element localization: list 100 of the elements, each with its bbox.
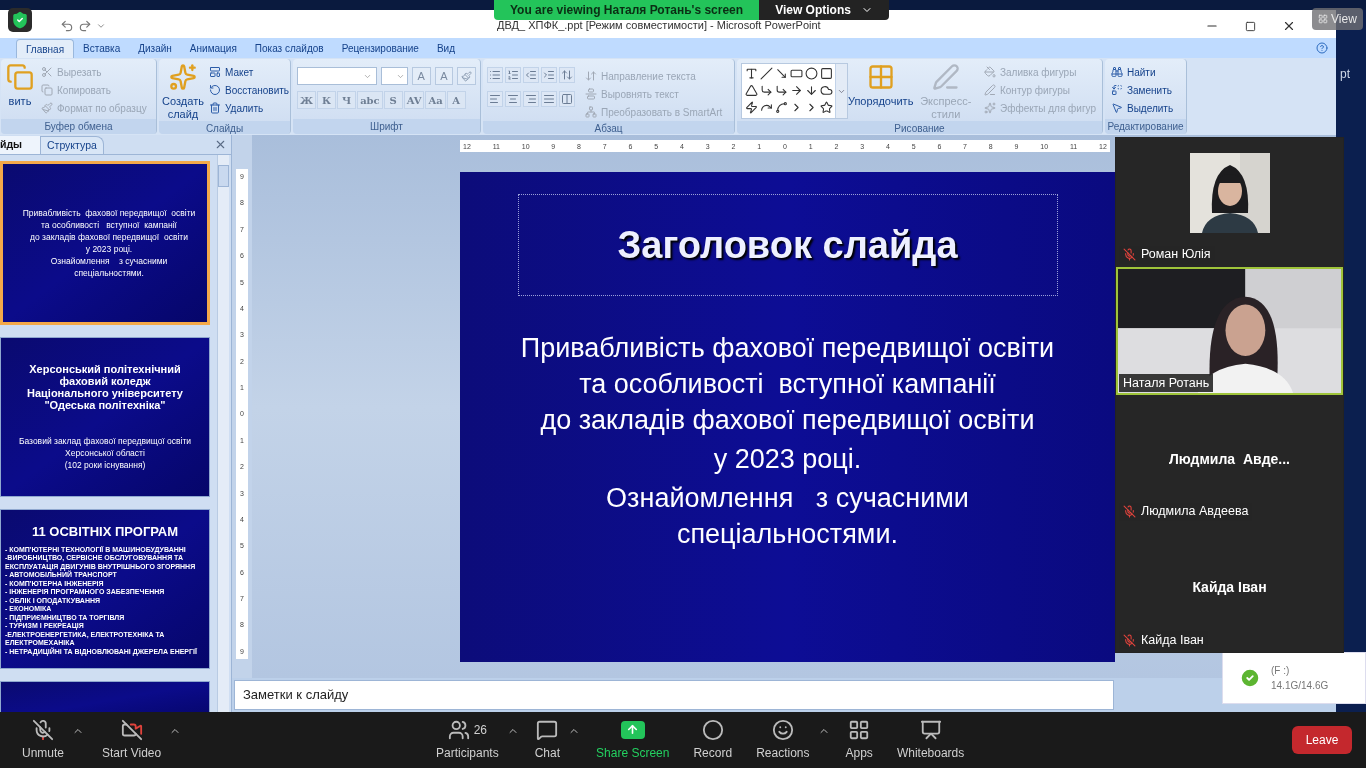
- toolbar-button[interactable]: Apps: [837, 718, 881, 762]
- toolbar-button[interactable]: Reactions: [748, 718, 818, 762]
- ribbon-item-icon: [585, 106, 597, 118]
- curve-icon[interactable]: [760, 101, 774, 114]
- slide-thumbnail[interactable]: [0, 509, 210, 669]
- toolbar-button[interactable]: Record: [685, 718, 741, 762]
- muted-microphone-icon: [1123, 248, 1136, 261]
- rectangle-icon[interactable]: [790, 67, 804, 80]
- align-center-icon[interactable]: [505, 91, 521, 107]
- toolbar-button[interactable]: Start Video: [94, 718, 170, 762]
- right-arrow-icon[interactable]: [790, 84, 804, 97]
- ribbon-tab[interactable]: Дизайн: [129, 39, 181, 58]
- lightning-icon[interactable]: [745, 101, 758, 114]
- ribbon-tab[interactable]: Вставка: [74, 39, 130, 58]
- align-right-icon[interactable]: [523, 91, 539, 107]
- oval-icon[interactable]: [805, 67, 819, 80]
- whiteboard-icon: [919, 718, 942, 741]
- ribbon-tab[interactable]: Рецензирование: [332, 39, 428, 58]
- redo-icon[interactable]: [78, 19, 92, 33]
- ribbon-button[interactable]: Найти: [1109, 63, 1182, 81]
- elbow-arrow-icon[interactable]: [775, 84, 789, 97]
- ribbon-item-icon: [209, 84, 221, 96]
- toolbar-button[interactable]: Unmute: [14, 718, 73, 762]
- drive-label: (F :): [1271, 664, 1291, 678]
- security-shield-icon[interactable]: [11, 11, 29, 29]
- thumbnail-text: Привабливість фахової передвищої освіти: [21, 207, 196, 219]
- ribbon-item-icon: [585, 88, 597, 100]
- view-button[interactable]: View: [1312, 8, 1363, 30]
- muted-microphone-icon: [1123, 633, 1136, 647]
- ribbon-item-icon: [1111, 84, 1123, 96]
- arc-icon[interactable]: [775, 101, 789, 114]
- slide-text: та особливості вступної кампанії: [579, 368, 996, 401]
- slide-thumbnail[interactable]: [0, 681, 210, 712]
- line-icon[interactable]: [760, 67, 774, 80]
- camera-icon: [120, 718, 143, 741]
- align-left-icon[interactable]: [487, 91, 503, 107]
- panel-tab[interactable]: йды: [0, 136, 40, 154]
- view-options-button[interactable]: View Options: [759, 0, 889, 20]
- ribbon-button[interactable]: Удалить: [207, 99, 290, 117]
- ribbon-item-icon: [984, 66, 996, 78]
- ribbon-item-icon: [984, 102, 996, 114]
- rounded-rectangle-icon[interactable]: [820, 67, 834, 80]
- bullet-list-icon[interactable]: [487, 67, 503, 83]
- text-box-icon[interactable]: [745, 67, 758, 80]
- cloud-icon[interactable]: [820, 84, 834, 97]
- toolbar-button[interactable]: Chat: [526, 718, 569, 762]
- panel-tab[interactable]: Структура: [40, 136, 104, 154]
- toolbar-button[interactable]: Share Screen: [588, 718, 678, 762]
- ribbon-large-button[interactable]: Создать слайд: [163, 63, 203, 121]
- elbow-connector-icon[interactable]: [760, 84, 774, 97]
- ribbon-tab[interactable]: Показ слайдов: [245, 39, 333, 58]
- leave-button[interactable]: Leave: [1292, 726, 1352, 754]
- undo-icon[interactable]: [60, 19, 74, 33]
- ribbon-tab[interactable]: Вид: [427, 39, 464, 58]
- ribbon-button[interactable]: Выделить: [1109, 99, 1182, 117]
- down-arrow-icon[interactable]: [805, 84, 819, 97]
- increase-indent-icon[interactable]: [541, 67, 557, 83]
- chat-bubble-icon: [536, 718, 559, 741]
- ribbon-button[interactable]: Макет: [207, 63, 290, 81]
- group-label: Слайды: [159, 121, 290, 134]
- line-spacing-icon[interactable]: [559, 67, 575, 83]
- slide-thumbnail[interactable]: Херсонський політехнічний фаховий коледж Національного університету "Одеська політехніка" Базовий заклад фахової передвищої освіти Херсонської області (102 роки існування): [0, 337, 210, 497]
- ribbon-tab[interactable]: Главная: [16, 39, 75, 58]
- arrow-icon[interactable]: [775, 67, 789, 80]
- font-size-field[interactable]: [381, 67, 408, 85]
- slide-thumbnail[interactable]: Привабливість фахової передвищої освіти та особливості вступної кампанії до закладів фахової передвищої освіти у 2023 році. Ознайомлення з сучасними спеціальностями.: [0, 161, 210, 325]
- check-icon: [1239, 667, 1261, 689]
- ribbon-button[interactable]: Заменить: [1109, 81, 1182, 99]
- star-icon[interactable]: [820, 101, 834, 114]
- help-icon[interactable]: [1316, 42, 1328, 54]
- columns-icon[interactable]: [559, 91, 575, 107]
- notes-field[interactable]: Заметки к слайду: [234, 680, 1114, 710]
- record-icon: [701, 718, 724, 741]
- maximize-icon[interactable]: [1245, 20, 1256, 32]
- toolbar-button[interactable]: Whiteboards: [888, 718, 973, 762]
- grid-icon: [1318, 14, 1328, 24]
- ribbon-item-icon: [984, 84, 996, 96]
- eraser-icon: [461, 70, 473, 82]
- thumbnail-title: "Одеська політехніка": [44, 399, 166, 411]
- toolbar-button[interactable]: 26 Participants: [428, 718, 507, 762]
- font-name-field[interactable]: [297, 67, 378, 85]
- ribbon-item-icon: [585, 70, 597, 82]
- numbered-list-icon[interactable]: [505, 67, 521, 83]
- participant-display-name: Кайда Іван: [1192, 578, 1267, 598]
- triangle-icon[interactable]: [745, 84, 758, 97]
- slide-text: Привабливість фахової передвищої освіти: [520, 332, 1055, 365]
- ribbon-tab[interactable]: Анимация: [180, 39, 246, 58]
- ribbon-button[interactable]: Восстановить: [207, 81, 290, 99]
- justify-icon[interactable]: [541, 91, 557, 107]
- group-label: Рисование: [737, 121, 1102, 134]
- close-icon[interactable]: [1282, 19, 1296, 33]
- customize-icon[interactable]: [96, 21, 106, 31]
- title-placeholder[interactable]: Заголовок слайда: [517, 194, 1058, 296]
- slide-title: Заголовок слайда: [617, 222, 958, 268]
- decrease-indent-icon[interactable]: [523, 67, 539, 83]
- name-label: Наталя Ротань: [1119, 374, 1214, 392]
- ribbon-large-button[interactable]: вить: [5, 63, 35, 117]
- group-label: Абзац: [483, 121, 734, 134]
- desktop-text: pt: [1339, 66, 1351, 83]
- ribbon-item-icon: [41, 84, 53, 96]
